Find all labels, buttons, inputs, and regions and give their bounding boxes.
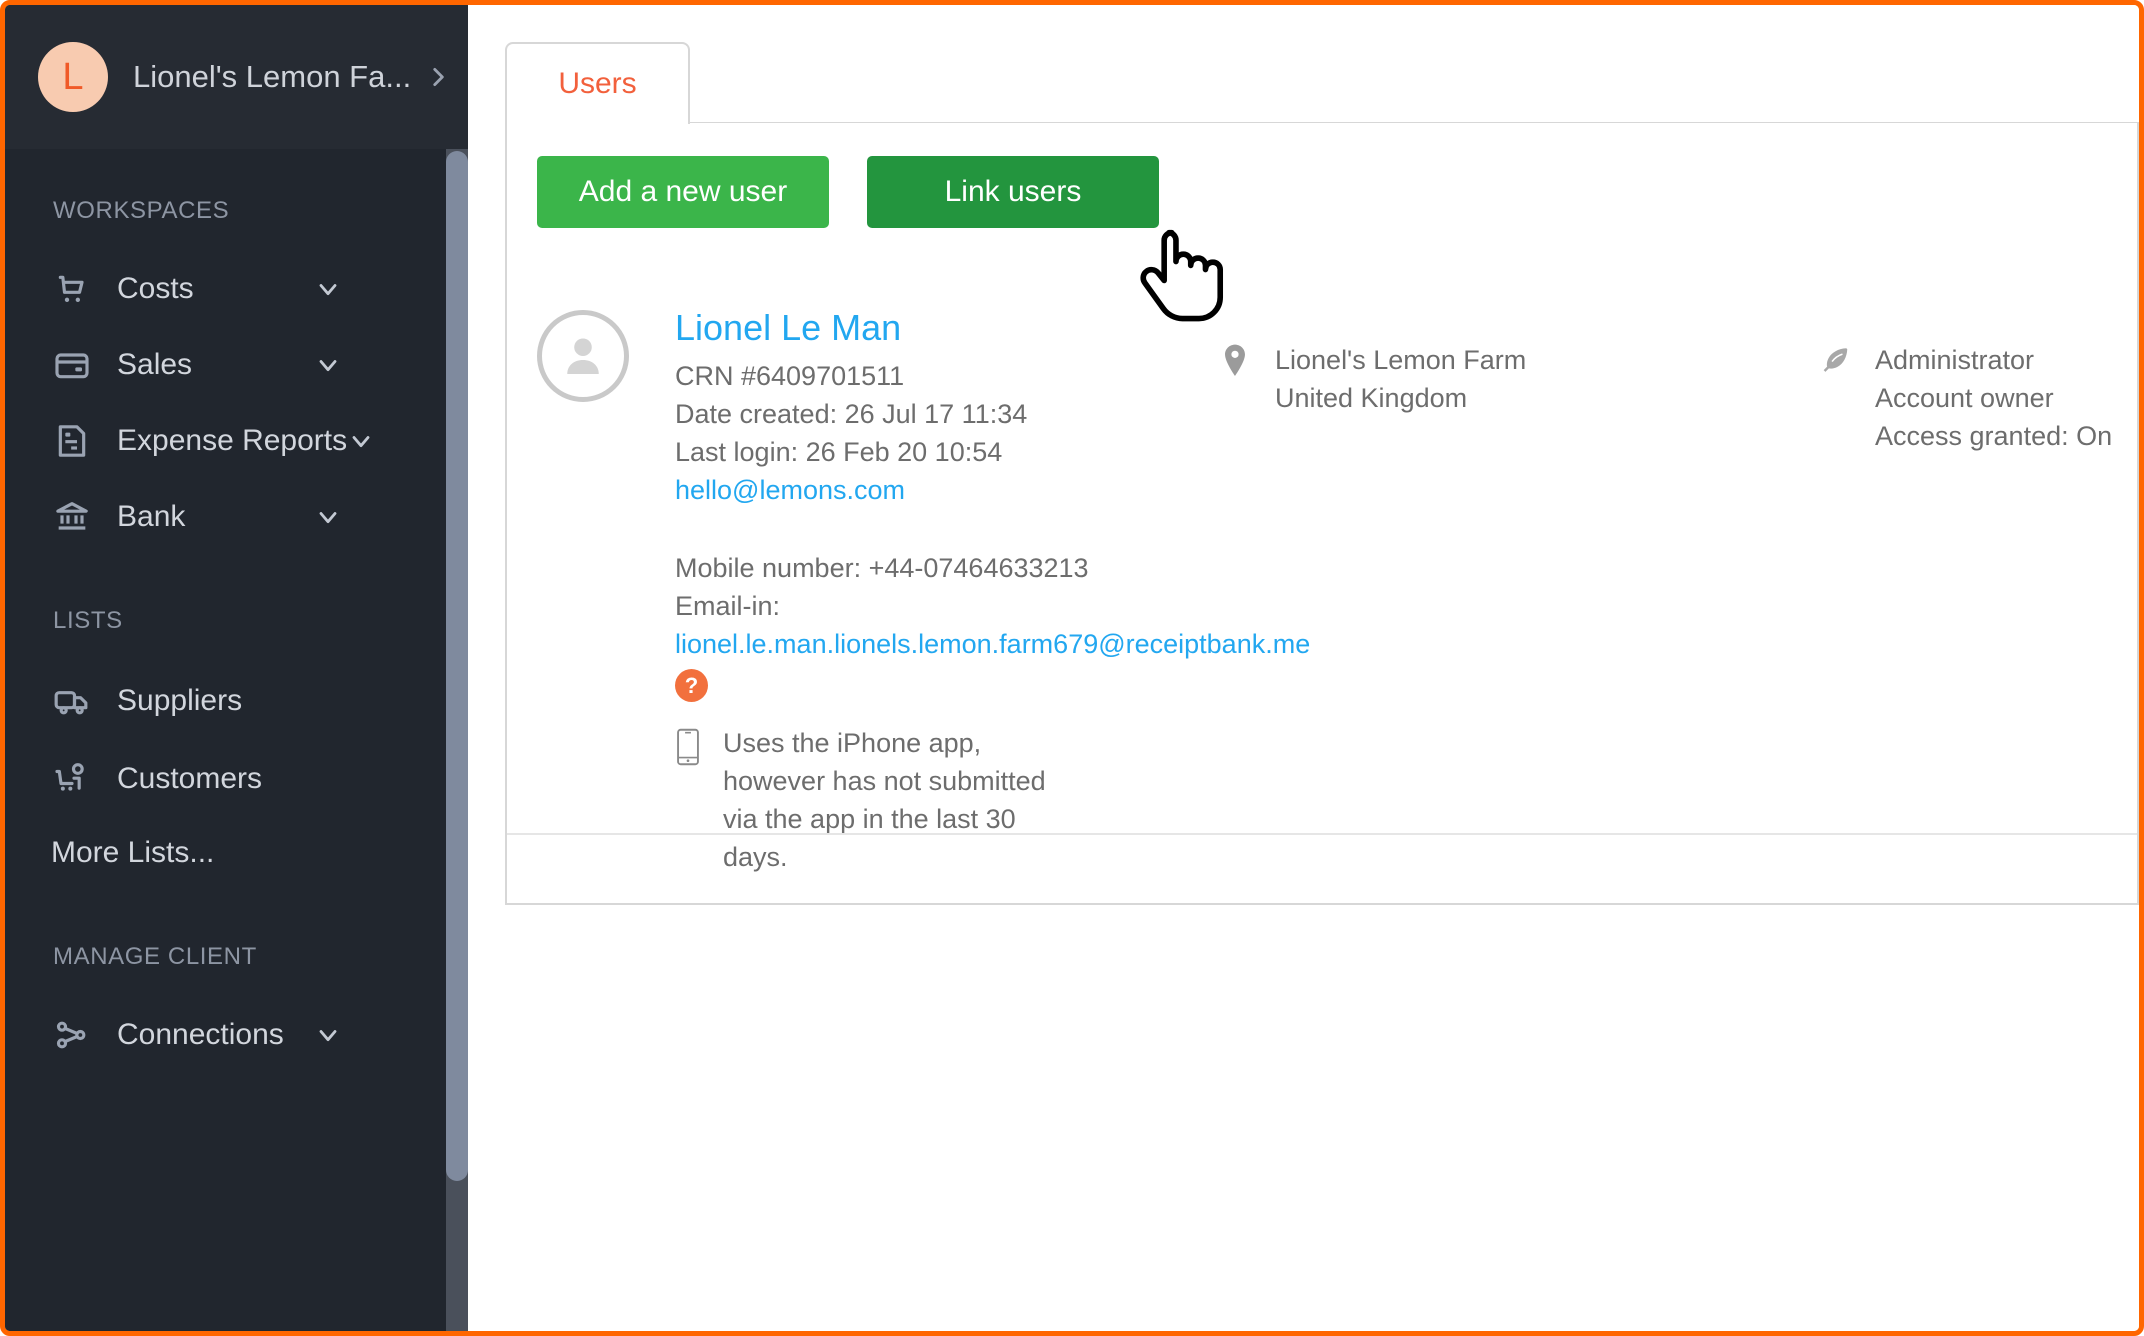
credit-card-icon <box>49 342 95 388</box>
user-country: United Kingdom <box>1275 383 1468 413</box>
share-nodes-icon <box>49 1012 95 1058</box>
chevron-down-icon[interactable] <box>314 351 342 379</box>
sidebar-item-bank[interactable]: Bank <box>5 485 468 549</box>
delivery-truck-icon <box>49 678 95 724</box>
chevron-right-icon <box>425 64 451 90</box>
sidebar-section-workspaces: WORKSPACES <box>53 197 230 224</box>
sidebar-item-more-lists[interactable]: More Lists... <box>5 821 468 885</box>
add-new-user-button[interactable]: Add a new user <box>537 156 829 228</box>
users-panel-footer <box>507 833 2137 903</box>
users-panel: Add a new user Link users Lionel Le Man … <box>505 123 2139 905</box>
sidebar-item-customers[interactable]: Customers <box>5 747 468 811</box>
user-avatar-icon <box>537 310 629 402</box>
user-date-created: Date created: 26 Jul 17 11:34 <box>675 399 1028 429</box>
chevron-down-icon[interactable] <box>347 427 375 455</box>
user-mobile-number: Mobile number: +44-07464633213 <box>675 553 1089 583</box>
user-location-block: Lionel's Lemon Farm United Kingdom <box>1217 341 1526 417</box>
sidebar-item-sales[interactable]: Sales <box>5 333 468 397</box>
sidebar-item-connections[interactable]: Connections <box>5 1003 468 1067</box>
sidebar-item-label: More Lists... <box>51 836 215 869</box>
mobile-phone-icon <box>675 728 705 771</box>
sidebar-item-label: Connections <box>117 1018 284 1051</box>
chevron-down-icon[interactable] <box>314 1021 342 1049</box>
user-contact-block: Mobile number: +44-07464633213 Email-in:… <box>675 549 1310 702</box>
users-toolbar: Add a new user Link users <box>537 156 1159 228</box>
customer-cart-icon <box>49 756 95 802</box>
sidebar-section-manage-client: MANAGE CLIENT <box>53 943 257 970</box>
chevron-down-icon[interactable] <box>314 275 342 303</box>
user-last-login: Last login: 26 Feb 20 10:54 <box>675 437 1003 467</box>
map-pin-icon <box>1217 343 1253 417</box>
sidebar-scrollbar-thumb[interactable] <box>446 151 468 1181</box>
shopping-cart-icon <box>49 266 95 312</box>
tab-label: Users <box>558 67 637 100</box>
sidebar-section-lists: LISTS <box>53 607 123 634</box>
user-access-granted: Access granted: On <box>1875 421 2113 451</box>
tab-users[interactable]: Users <box>505 42 690 124</box>
tab-bar: Users <box>505 42 2139 124</box>
user-crn: CRN #6409701511 <box>675 361 905 391</box>
application-window: L Lionel's Lemon Fa... WORKSPACES Costs … <box>0 0 2144 1336</box>
link-users-button[interactable]: Link users <box>867 156 1159 228</box>
sidebar-item-label: Suppliers <box>117 684 243 717</box>
user-role-title: Administrator <box>1875 345 2035 375</box>
sidebar-item-label: Expense Reports <box>117 424 348 457</box>
sidebar-item-label: Customers <box>117 762 263 795</box>
sidebar-item-suppliers[interactable]: Suppliers <box>5 669 468 733</box>
sidebar-navigation: WORKSPACES Costs Sales Expense Reports B… <box>5 149 468 1331</box>
chevron-down-icon[interactable] <box>314 503 342 531</box>
workspace-name: Lionel's Lemon Fa... <box>133 59 412 94</box>
user-email-in-label: Email-in: <box>675 591 781 621</box>
user-account-owner: Account owner <box>1875 383 2054 413</box>
workspace-switcher[interactable]: L Lionel's Lemon Fa... <box>5 5 468 149</box>
sidebar-item-label: Sales <box>117 348 193 381</box>
user-email-in-address[interactable]: lionel.le.man.lionels.lemon.farm679@rece… <box>675 625 1310 663</box>
sidebar-item-label: Bank <box>117 500 186 533</box>
user-role-block: Administrator Account owner Access grant… <box>1817 341 2112 455</box>
sidebar: L Lionel's Lemon Fa... WORKSPACES Costs … <box>5 5 468 1331</box>
sidebar-item-expense-reports[interactable]: Expense Reports <box>5 409 468 473</box>
user-primary-details: Lionel Le Man CRN #6409701511 Date creat… <box>675 305 1310 876</box>
user-company-name: Lionel's Lemon Farm <box>1275 345 1527 375</box>
bank-icon <box>49 494 95 540</box>
user-email-link[interactable]: hello@lemons.com <box>675 471 1215 509</box>
sidebar-item-label: Costs <box>117 272 194 305</box>
user-name-link[interactable]: Lionel Le Man <box>675 305 1215 351</box>
sidebar-item-costs[interactable]: Costs <box>5 257 468 321</box>
document-list-icon <box>49 418 95 464</box>
main-content: Users Add a new user Link users Lionel L… <box>468 5 2139 1331</box>
feather-quill-icon <box>1817 343 1853 455</box>
workspace-avatar: L <box>38 42 108 112</box>
help-badge-icon[interactable]: ? <box>675 669 708 702</box>
